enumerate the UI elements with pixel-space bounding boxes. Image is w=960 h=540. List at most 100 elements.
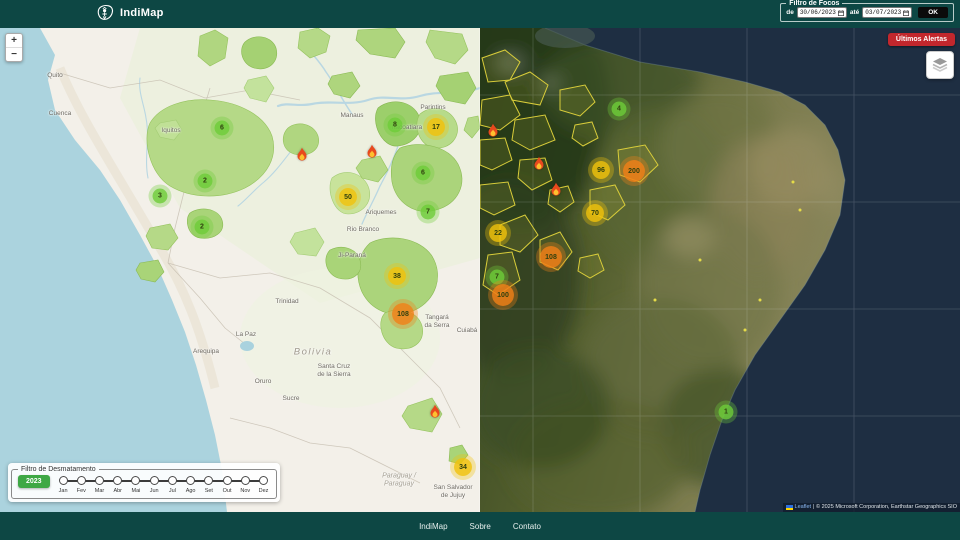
cluster-marker[interactable]: 17 xyxy=(427,118,445,136)
month-stop-nov: Nov xyxy=(239,476,252,494)
calendar-icon xyxy=(838,10,844,16)
satellite-map-art xyxy=(480,28,960,512)
cluster-count: 7 xyxy=(495,274,499,281)
cluster-marker[interactable]: 7 xyxy=(421,205,436,220)
month-dot[interactable] xyxy=(77,476,86,485)
cluster-count: 17 xyxy=(432,124,440,131)
indimap-logo-icon xyxy=(95,3,115,23)
cluster-marker[interactable]: 6 xyxy=(416,166,431,181)
footer-link-indimap[interactable]: IndiMap xyxy=(419,522,447,531)
cluster-count: 6 xyxy=(220,125,224,132)
cluster-marker[interactable]: 4 xyxy=(612,102,627,117)
latest-alerts-button[interactable]: Últimos Alertas xyxy=(888,33,955,46)
cluster-count: 100 xyxy=(497,292,509,299)
cluster-marker[interactable]: 200 xyxy=(623,160,645,182)
cluster-marker[interactable]: 100 xyxy=(492,284,514,306)
app-logo[interactable]: IndiMap xyxy=(95,3,164,23)
cluster-marker[interactable]: 38 xyxy=(388,267,406,285)
month-stop-ago: Ago xyxy=(184,476,197,494)
footer-link-sobre[interactable]: Sobre xyxy=(470,522,491,531)
month-label: Jul xyxy=(169,488,176,494)
month-dot[interactable] xyxy=(186,476,195,485)
fire-icon xyxy=(550,183,563,198)
layers-control[interactable] xyxy=(926,51,954,79)
header-bar: IndiMap Filtro de Focos de 30/06/2023 at… xyxy=(0,0,960,28)
month-label: Mai xyxy=(132,488,141,494)
month-dot[interactable] xyxy=(59,476,68,485)
cluster-marker[interactable]: 3 xyxy=(153,189,168,204)
street-map-art xyxy=(0,28,480,512)
month-dot[interactable] xyxy=(150,476,159,485)
app-title: IndiMap xyxy=(120,7,164,19)
cluster-marker[interactable]: 6 xyxy=(215,121,230,136)
cluster-marker[interactable]: 108 xyxy=(540,246,562,268)
map-split-divider[interactable] xyxy=(479,28,480,512)
map-container[interactable]: QuitoCuencaIquitosManausItacoatiaraParin… xyxy=(0,28,960,512)
cluster-count: 1 xyxy=(724,409,728,416)
cluster-marker[interactable]: 1 xyxy=(719,405,734,420)
fire-icon xyxy=(296,148,309,163)
footer-link-contato[interactable]: Contato xyxy=(513,522,541,531)
year-button[interactable]: 2023 xyxy=(18,475,50,488)
cluster-marker[interactable]: 96 xyxy=(592,161,610,179)
month-stop-jun: Jun xyxy=(148,476,161,494)
layers-icon xyxy=(932,58,948,72)
date-to-input[interactable]: 03/07/2023 xyxy=(862,7,912,18)
leaflet-link[interactable]: Leaflet xyxy=(795,504,812,511)
cluster-count: 2 xyxy=(200,224,204,231)
cluster-marker[interactable]: 34 xyxy=(454,458,472,476)
cluster-marker[interactable]: 8 xyxy=(388,118,403,133)
fire-marker[interactable] xyxy=(550,183,563,203)
month-stop-mar: Mar xyxy=(93,476,106,494)
zoom-out-button[interactable]: − xyxy=(6,47,22,61)
fire-marker[interactable] xyxy=(429,405,442,425)
deforestation-filter-legend: Filtro de Desmatamento xyxy=(18,466,99,473)
calendar-icon xyxy=(903,10,909,16)
cluster-count: 108 xyxy=(545,254,557,261)
cluster-count: 6 xyxy=(421,170,425,177)
cluster-count: 200 xyxy=(628,168,640,175)
month-stop-abr: Abr xyxy=(111,476,124,494)
cluster-marker[interactable]: 70 xyxy=(586,204,604,222)
date-from-input[interactable]: 30/06/2023 xyxy=(797,7,847,18)
month-stop-jul: Jul xyxy=(166,476,179,494)
cluster-count: 2 xyxy=(203,178,207,185)
fire-icon xyxy=(487,124,500,139)
month-label: Set xyxy=(205,488,213,494)
months-track: JanFevMarAbrMaiJunJulAgoSetOutNovDez xyxy=(57,475,270,494)
month-dot[interactable] xyxy=(168,476,177,485)
cluster-marker[interactable]: 22 xyxy=(489,224,507,242)
date-from-value: 30/06/2023 xyxy=(800,9,836,16)
fire-marker[interactable] xyxy=(366,145,379,165)
cluster-marker[interactable]: 2 xyxy=(195,220,210,235)
footer-bar: IndiMap Sobre Contato xyxy=(0,512,960,540)
fire-icon xyxy=(366,145,379,160)
month-dot[interactable] xyxy=(131,476,140,485)
cluster-count: 34 xyxy=(459,464,467,471)
fire-icon xyxy=(429,405,442,420)
indimap-app: IndiMap Filtro de Focos de 30/06/2023 at… xyxy=(0,0,960,540)
fire-marker[interactable] xyxy=(487,124,500,144)
month-dot[interactable] xyxy=(241,476,250,485)
fire-icon xyxy=(533,157,546,172)
month-stop-set: Set xyxy=(202,476,215,494)
cluster-count: 50 xyxy=(344,194,352,201)
timeline-slider: 2023 JanFevMarAbrMaiJunJulAgoSetOutNovDe… xyxy=(18,475,270,494)
month-dot[interactable] xyxy=(113,476,122,485)
cluster-marker[interactable]: 2 xyxy=(198,174,213,189)
zoom-in-button[interactable]: + xyxy=(6,34,22,47)
fire-marker[interactable] xyxy=(296,148,309,168)
month-dot[interactable] xyxy=(95,476,104,485)
month-dot[interactable] xyxy=(259,476,268,485)
date-from-label: de xyxy=(786,9,794,16)
cluster-marker[interactable]: 50 xyxy=(339,188,357,206)
ok-button[interactable]: OK xyxy=(918,7,948,18)
month-label: Abr xyxy=(113,488,122,494)
cluster-marker[interactable]: 108 xyxy=(392,303,414,325)
month-label: Jan xyxy=(59,488,68,494)
cluster-marker[interactable]: 7 xyxy=(490,270,505,285)
month-dot[interactable] xyxy=(204,476,213,485)
month-dot[interactable] xyxy=(223,476,232,485)
date-to-label: até xyxy=(850,9,859,16)
fire-marker[interactable] xyxy=(533,157,546,177)
